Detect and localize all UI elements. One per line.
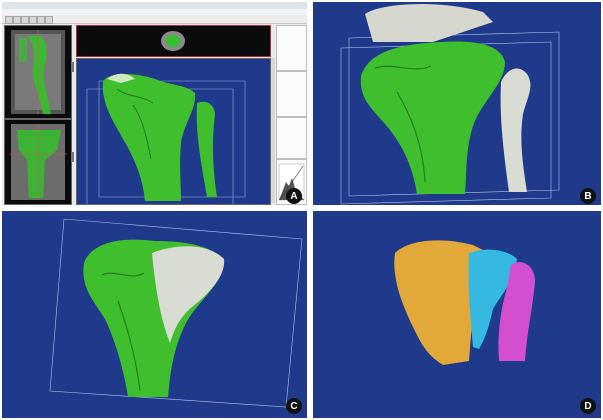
- toolbar-button[interactable]: [45, 16, 53, 24]
- panel-label-a: A: [286, 188, 302, 204]
- vertical-toolbar[interactable]: [271, 58, 275, 203]
- view-splitter-handle[interactable]: [71, 152, 74, 162]
- sagittal-view[interactable]: [4, 25, 72, 119]
- toolbar-button[interactable]: [13, 16, 21, 24]
- coronal-view[interactable]: [4, 119, 72, 205]
- 3d-render-view[interactable]: [76, 58, 271, 205]
- toolbar-button[interactable]: [29, 16, 37, 24]
- view-splitter-handle[interactable]: [71, 62, 74, 72]
- sagittal-slice-image: [11, 30, 65, 114]
- panel-a-software-window: [2, 2, 307, 205]
- panel-d-render: [313, 211, 601, 418]
- panel-b-bone-model: [340, 3, 560, 205]
- properties-panel-lower[interactable]: [276, 117, 307, 159]
- toolbar-button[interactable]: [37, 16, 45, 24]
- properties-panel-middle[interactable]: [276, 71, 307, 117]
- coronal-slice-image: [9, 124, 67, 200]
- panel-c-bone-model: [49, 218, 303, 408]
- panel-b-render: [313, 2, 601, 205]
- panel-label-b: B: [580, 188, 596, 204]
- panel-c-render: [2, 211, 307, 418]
- axial-slice-image: [161, 31, 185, 51]
- panel-label-c: C: [286, 398, 302, 414]
- panel-d-bone-model: [394, 240, 535, 365]
- axial-view[interactable]: [76, 25, 271, 57]
- toolbar-button[interactable]: [21, 16, 29, 24]
- toolbar-button[interactable]: [5, 16, 13, 24]
- 3d-tibia-render: [86, 73, 246, 204]
- panel-label-d: D: [580, 398, 596, 414]
- properties-panel-top[interactable]: [276, 25, 307, 71]
